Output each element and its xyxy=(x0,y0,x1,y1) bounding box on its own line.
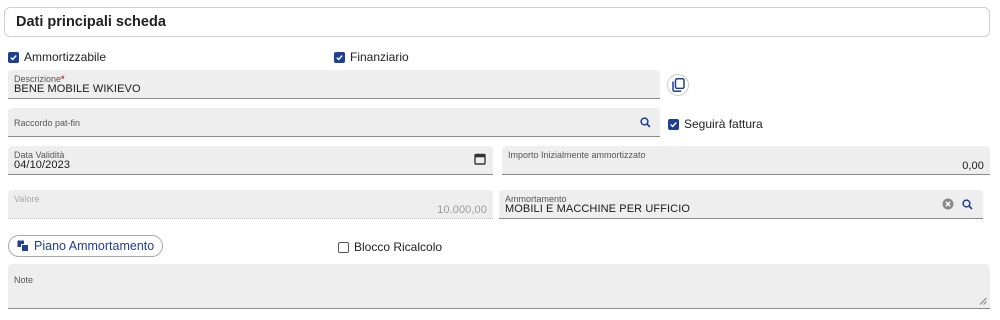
checkbox-checked-icon xyxy=(8,51,19,63)
descrizione-value: BENE MOBILE WIKIEVO xyxy=(14,83,141,95)
search-button[interactable] xyxy=(638,115,652,129)
calendar-icon xyxy=(474,153,486,165)
data-validita-field[interactable]: Data Validità 04/10/2023 xyxy=(8,146,493,175)
blocco-ricalcolo-checkbox[interactable]: Blocco Ricalcolo xyxy=(338,240,442,254)
schedule-icon xyxy=(17,240,29,252)
ammortamento-field[interactable]: Ammortamento MOBILI E MACCHINE PER UFFIC… xyxy=(499,190,983,219)
valore-value: 10.000,00 xyxy=(437,204,487,216)
piano-ammortamento-label: Piano Ammortamento xyxy=(34,239,155,253)
data-validita-value: 04/10/2023 xyxy=(14,159,71,171)
checkbox-checked-icon xyxy=(334,51,345,63)
note-label: Note xyxy=(14,275,34,285)
date-picker-button[interactable] xyxy=(473,152,487,166)
clear-icon xyxy=(942,198,953,209)
importo-value: 0,00 xyxy=(962,160,984,172)
ammortamento-search-button[interactable] xyxy=(960,197,974,211)
valore-label: Valore xyxy=(14,194,40,204)
valore-field: Valore 10.000,00 xyxy=(8,190,493,219)
piano-ammortamento-button[interactable]: Piano Ammortamento xyxy=(8,235,163,257)
search-icon xyxy=(639,116,651,128)
raccordo-label: Raccordo pat-fin xyxy=(14,118,81,128)
checkbox-checked-icon xyxy=(668,118,679,130)
importo-field[interactable]: Importo Inizialmente ammortizzato 0,00 xyxy=(502,146,990,175)
section-header: Dati principali scheda xyxy=(4,7,990,37)
resize-grip-icon[interactable] xyxy=(979,297,987,305)
copy-icon xyxy=(671,78,685,92)
checkbox-unchecked-icon xyxy=(338,241,349,253)
blocco-ricalcolo-label: Blocco Ricalcolo xyxy=(354,240,443,254)
finanziario-label: Finanziario xyxy=(350,50,409,64)
clear-button[interactable] xyxy=(941,197,954,210)
descrizione-field[interactable]: Descrizione* BENE MOBILE WIKIEVO xyxy=(8,70,660,99)
ammortizzabile-checkbox[interactable]: Ammortizzabile xyxy=(8,50,106,64)
seguira-fattura-checkbox[interactable]: Seguirà fattura xyxy=(668,117,763,131)
copy-button[interactable] xyxy=(667,74,689,96)
raccordo-field[interactable]: Raccordo pat-fin xyxy=(8,108,660,137)
finanziario-checkbox[interactable]: Finanziario xyxy=(334,50,409,64)
note-field[interactable]: Note xyxy=(8,264,990,309)
seguira-fattura-label: Seguirà fattura xyxy=(684,117,763,131)
search-icon xyxy=(961,198,973,210)
section-title: Dati principali scheda xyxy=(16,14,166,30)
ammortizzabile-label: Ammortizzabile xyxy=(24,50,107,64)
ammortamento-value: MOBILI E MACCHINE PER UFFICIO xyxy=(505,203,691,215)
importo-label: Importo Inizialmente ammortizzato xyxy=(508,150,646,160)
